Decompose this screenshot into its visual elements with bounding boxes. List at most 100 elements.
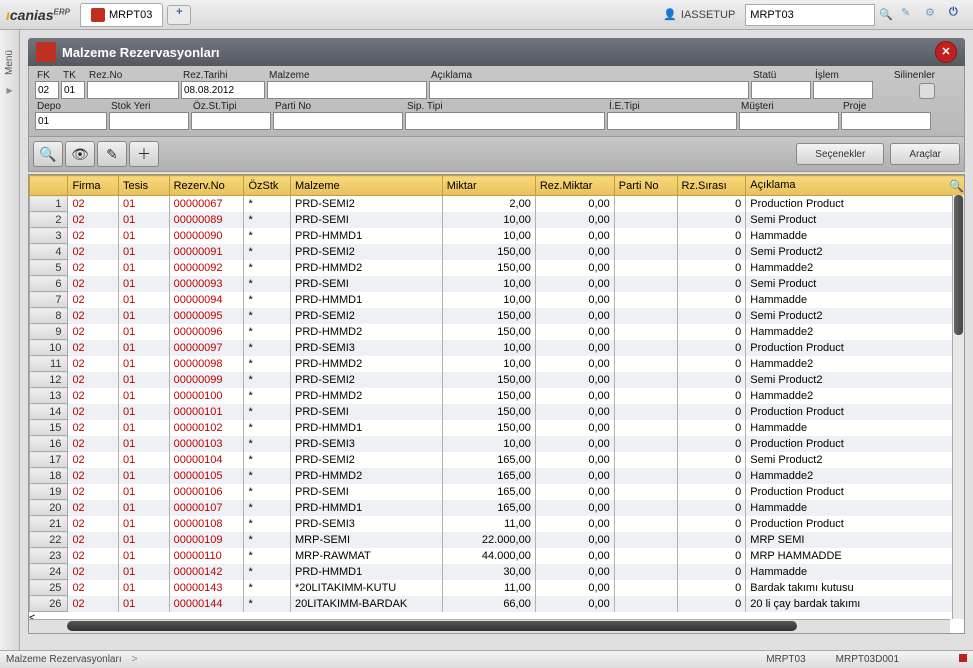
cell-tesis: 01 <box>119 388 170 404</box>
stokyeri-input[interactable] <box>109 112 189 130</box>
table-row[interactable]: 3020100000090*PRD-HMMD110,000,000Hammadd… <box>30 228 966 244</box>
ietipi-input[interactable] <box>607 112 737 130</box>
reztarihi-input[interactable] <box>181 81 265 99</box>
cell-rezmiktar: 0,00 <box>535 356 614 372</box>
ozsttipi-input[interactable] <box>191 112 271 130</box>
search-icon[interactable]: 🔍 <box>949 179 964 193</box>
cell-rownum: 19 <box>30 484 68 500</box>
cell-rzsirasi: 0 <box>677 532 746 548</box>
malzeme-input[interactable] <box>267 81 427 99</box>
add-button[interactable]: ＋ <box>129 141 159 167</box>
table-row[interactable]: 14020100000101*PRD-SEMI150,000,000Produc… <box>30 404 966 420</box>
table-row[interactable]: 4020100000091*PRD-SEMI2150,000,000Semi P… <box>30 244 966 260</box>
expand-arrow-icon[interactable]: ▸ <box>6 83 12 97</box>
islem-input[interactable] <box>813 81 873 99</box>
search-filter-button[interactable]: 🔍 <box>33 141 63 167</box>
proje-input[interactable] <box>841 112 931 130</box>
col-ozstk[interactable]: ÖzStk <box>244 176 291 196</box>
cell-rownum: 13 <box>30 388 68 404</box>
cell-tesis: 01 <box>119 212 170 228</box>
search-icon[interactable]: 🔍 <box>879 8 893 21</box>
siptipi-input[interactable] <box>405 112 605 130</box>
table-row[interactable]: 23020100000110*MRP-RAWMAT44.000,000,000M… <box>30 548 966 564</box>
col-rezmiktar[interactable]: Rez.Miktar <box>535 176 614 196</box>
cell-malzeme: 20LITAKIMM-BARDAK <box>291 596 443 612</box>
cell-rezmiktar: 0,00 <box>535 484 614 500</box>
musteri-input[interactable] <box>739 112 839 130</box>
partino-input[interactable] <box>273 112 403 130</box>
col-miktar[interactable]: Miktar <box>442 176 535 196</box>
table-row[interactable]: 2020100000089*PRD-SEMI10,000,000Semi Pro… <box>30 212 966 228</box>
cell-firma: 02 <box>68 292 119 308</box>
tab-mrpt03[interactable]: MRPT03 <box>80 3 163 27</box>
rezno-input[interactable] <box>87 81 179 99</box>
table-row[interactable]: 18020100000105*PRD-HMMD2165,000,000Hamma… <box>30 468 966 484</box>
topbar: ıcaniasERP MRPT03 + 👤 IASSETUP 🔍 ✎ ⚙ ⏻ <box>0 0 973 30</box>
table-row[interactable]: 10020100000097*PRD-SEMI310,000,000Produc… <box>30 340 966 356</box>
options-button[interactable]: Seçenekler <box>796 143 884 165</box>
table-row[interactable]: 7020100000094*PRD-HMMD110,000,000Hammadd… <box>30 292 966 308</box>
col-rownum[interactable] <box>30 176 68 196</box>
table-row[interactable]: 15020100000102*PRD-HMMD1150,000,000Hamma… <box>30 420 966 436</box>
cell-rownum: 18 <box>30 468 68 484</box>
col-rzsirasi[interactable]: Rz.Sırası <box>677 176 746 196</box>
table-row[interactable]: 9020100000096*PRD-HMMD2150,000,000Hammad… <box>30 324 966 340</box>
power-icon[interactable]: ⏻ <box>949 6 967 24</box>
cell-ozstk: * <box>244 244 291 260</box>
cell-firma: 02 <box>68 468 119 484</box>
table-row[interactable]: 13020100000100*PRD-HMMD2150,000,000Hamma… <box>30 388 966 404</box>
cell-ozstk: * <box>244 484 291 500</box>
table-row[interactable]: 25020100000143**20LITAKIMM-KUTU11,000,00… <box>30 580 966 596</box>
view-button[interactable]: 👁 <box>65 141 95 167</box>
cell-rzsirasi: 0 <box>677 548 746 564</box>
cell-miktar: 10,00 <box>442 436 535 452</box>
table-row[interactable]: 26020100000144*20LITAKIMM-BARDAK66,000,0… <box>30 596 966 612</box>
statu-input[interactable] <box>751 81 811 99</box>
table-row[interactable]: 16020100000103*PRD-SEMI310,000,000Produc… <box>30 436 966 452</box>
draw-icon[interactable]: ✎ <box>901 6 919 24</box>
table-row[interactable]: 19020100000106*PRD-SEMI165,000,000Produc… <box>30 484 966 500</box>
table-row[interactable]: 12020100000099*PRD-SEMI2150,000,000Semi … <box>30 372 966 388</box>
depo-input[interactable] <box>35 112 107 130</box>
col-malzeme[interactable]: Malzeme <box>291 176 443 196</box>
col-tesis[interactable]: Tesis <box>119 176 170 196</box>
col-rezervno[interactable]: Rezerv.No <box>169 176 244 196</box>
depo-label: Depo <box>35 101 107 112</box>
side-menu-panel[interactable]: Menü ▸ <box>0 30 20 650</box>
table-row[interactable]: 5020100000092*PRD-HMMD2150,000,000Hammad… <box>30 260 966 276</box>
aciklama-label: Açıklama <box>429 70 749 81</box>
vertical-scrollbar[interactable] <box>952 195 964 619</box>
col-partino[interactable]: Parti No <box>614 176 677 196</box>
tool-icon[interactable]: ⚙ <box>925 6 943 24</box>
tools-button[interactable]: Araçlar <box>890 143 960 165</box>
col-aciklama[interactable]: Açıklama🔍 <box>746 176 965 196</box>
cell-tesis: 01 <box>119 324 170 340</box>
silinenler-checkbox[interactable] <box>919 83 935 99</box>
cell-aciklama: Semi Product2 <box>746 452 965 468</box>
table-row[interactable]: 20020100000107*PRD-HMMD1165,000,000Hamma… <box>30 500 966 516</box>
fk-input[interactable] <box>35 81 59 99</box>
cell-miktar: 66,00 <box>442 596 535 612</box>
table-row[interactable]: 8020100000095*PRD-SEMI2150,000,000Semi P… <box>30 308 966 324</box>
table-row[interactable]: 24020100000142*PRD-HMMD130,000,000Hammad… <box>30 564 966 580</box>
scrollbar-thumb[interactable] <box>67 621 797 631</box>
tk-input[interactable] <box>61 81 85 99</box>
table-row[interactable]: 1020100000067*PRD-SEMI22,000,000Producti… <box>30 196 966 212</box>
cell-rownum: 10 <box>30 340 68 356</box>
tab-new-button[interactable]: + <box>167 5 191 25</box>
window-close-button[interactable]: ✕ <box>935 41 957 63</box>
table-row[interactable]: 6020100000093*PRD-SEMI10,000,000Semi Pro… <box>30 276 966 292</box>
aciklama-input[interactable] <box>429 81 749 99</box>
table-row[interactable]: 21020100000108*PRD-SEMI311,000,000Produc… <box>30 516 966 532</box>
table-row[interactable]: 22020100000109*MRP-SEMI22.000,000,000MRP… <box>30 532 966 548</box>
horizontal-scrollbar[interactable] <box>29 619 950 633</box>
table-row[interactable]: 17020100000104*PRD-SEMI2165,000,000Semi … <box>30 452 966 468</box>
col-firma[interactable]: Firma <box>68 176 119 196</box>
table-row[interactable]: 11020100000098*PRD-HMMD210,000,000Hammad… <box>30 356 966 372</box>
scrollbar-thumb[interactable] <box>954 195 963 335</box>
cell-rownum: 15 <box>30 420 68 436</box>
edit-button[interactable]: ✎ <box>97 141 127 167</box>
cell-rezmiktar: 0,00 <box>535 388 614 404</box>
global-search-input[interactable] <box>745 4 875 26</box>
window-titlebar: Malzeme Rezervasyonları ✕ <box>28 38 965 66</box>
